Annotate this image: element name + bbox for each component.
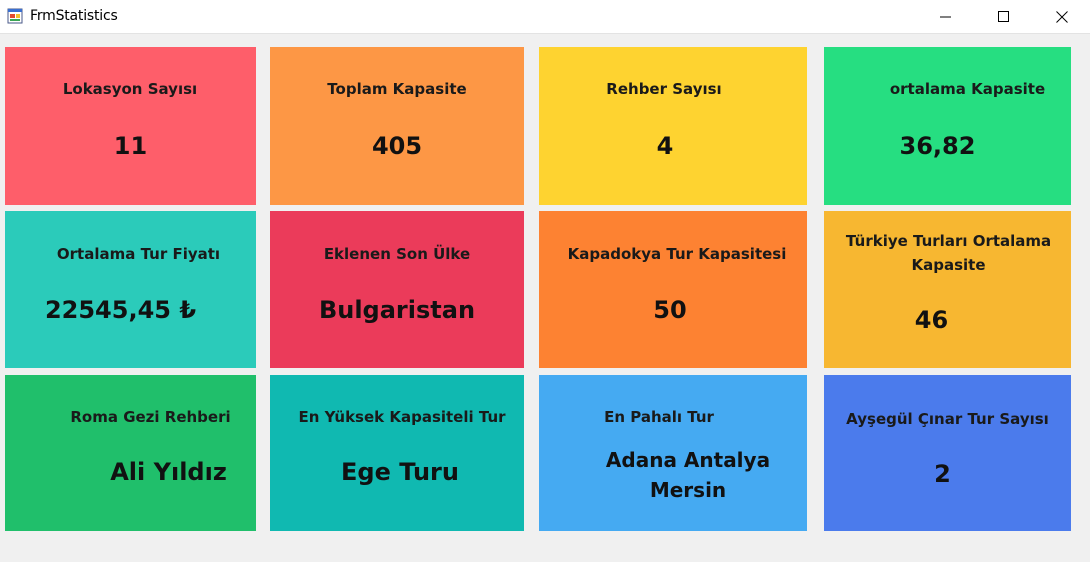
card-label: Türkiye Turları Ortalama Kapasite bbox=[845, 232, 1052, 274]
card-value: 4 bbox=[656, 132, 674, 160]
minimize-button[interactable] bbox=[917, 0, 975, 33]
card-ortalama-kapasite: ortalama Kapasite 36,82 bbox=[824, 47, 1071, 205]
card-kapadokya-tur-kapasitesi: Kapadokya Tur Kapasitesi 50 bbox=[539, 211, 807, 368]
card-value: 11 bbox=[113, 132, 148, 160]
card-ortalama-tur-fiyati: Ortalama Tur Fiyatı 22545,45 ₺ bbox=[5, 211, 256, 368]
card-value: 36,82 bbox=[899, 132, 976, 160]
card-eklenen-son-ulke: Eklenen Son Ülke Bulgaristan bbox=[270, 211, 524, 368]
card-label: Roma Gezi Rehberi bbox=[70, 408, 231, 426]
card-value: Bulgaristan bbox=[318, 296, 476, 324]
card-value: 405 bbox=[371, 132, 423, 160]
card-label: Toplam Kapasite bbox=[327, 80, 467, 98]
card-toplam-kapasite: Toplam Kapasite 405 bbox=[270, 47, 524, 205]
card-label: Kapadokya Tur Kapasitesi bbox=[567, 245, 787, 263]
close-button[interactable] bbox=[1033, 0, 1090, 33]
maximize-icon bbox=[998, 10, 1009, 22]
card-value: 2 bbox=[934, 460, 951, 488]
card-label: Ayşegül Çınar Tur Sayısı bbox=[846, 410, 1049, 428]
app-icon bbox=[7, 8, 23, 24]
minimize-icon bbox=[940, 16, 951, 17]
card-rehber-sayisi: Rehber Sayısı 4 bbox=[539, 47, 807, 205]
card-label: En Pahalı Tur bbox=[604, 408, 714, 426]
card-en-pahali-tur: En Pahalı Tur Adana Antalya Mersin bbox=[539, 375, 807, 531]
card-value: Ali Yıldız bbox=[110, 458, 227, 486]
window: FrmStatistics Lokasyon Sayısı 11 Toplam … bbox=[0, 0, 1090, 562]
close-icon bbox=[1056, 10, 1068, 23]
card-turkiye-turlari-ortalama-kapasite: Türkiye Turları Ortalama Kapasite 46 bbox=[824, 211, 1071, 368]
card-aysegul-cinar-tur-sayisi: Ayşegül Çınar Tur Sayısı 2 bbox=[824, 375, 1071, 531]
card-value: Ege Turu bbox=[341, 458, 459, 486]
card-value: Adana Antalya Mersin bbox=[605, 448, 771, 502]
title-bar[interactable]: FrmStatistics bbox=[0, 0, 1090, 34]
card-label: ortalama Kapasite bbox=[889, 80, 1046, 98]
card-lokasyon-sayisi: Lokasyon Sayısı 11 bbox=[5, 47, 256, 205]
card-en-yuksek-kapasiteli-tur: En Yüksek Kapasiteli Tur Ege Turu bbox=[270, 375, 524, 531]
maximize-button[interactable] bbox=[975, 0, 1033, 33]
card-roma-gezi-rehberi: Roma Gezi Rehberi Ali Yıldız bbox=[5, 375, 256, 531]
card-label: En Yüksek Kapasiteli Tur bbox=[298, 408, 506, 426]
card-label: Eklenen Son Ülke bbox=[323, 245, 471, 263]
card-value: 46 bbox=[914, 306, 949, 334]
card-label: Ortalama Tur Fiyatı bbox=[56, 245, 221, 263]
card-label: Lokasyon Sayısı bbox=[62, 80, 198, 98]
card-value: 50 bbox=[653, 296, 687, 324]
card-label: Rehber Sayısı bbox=[606, 80, 722, 98]
card-value: 22545,45 ₺ bbox=[44, 296, 197, 324]
window-title: FrmStatistics bbox=[30, 8, 118, 24]
